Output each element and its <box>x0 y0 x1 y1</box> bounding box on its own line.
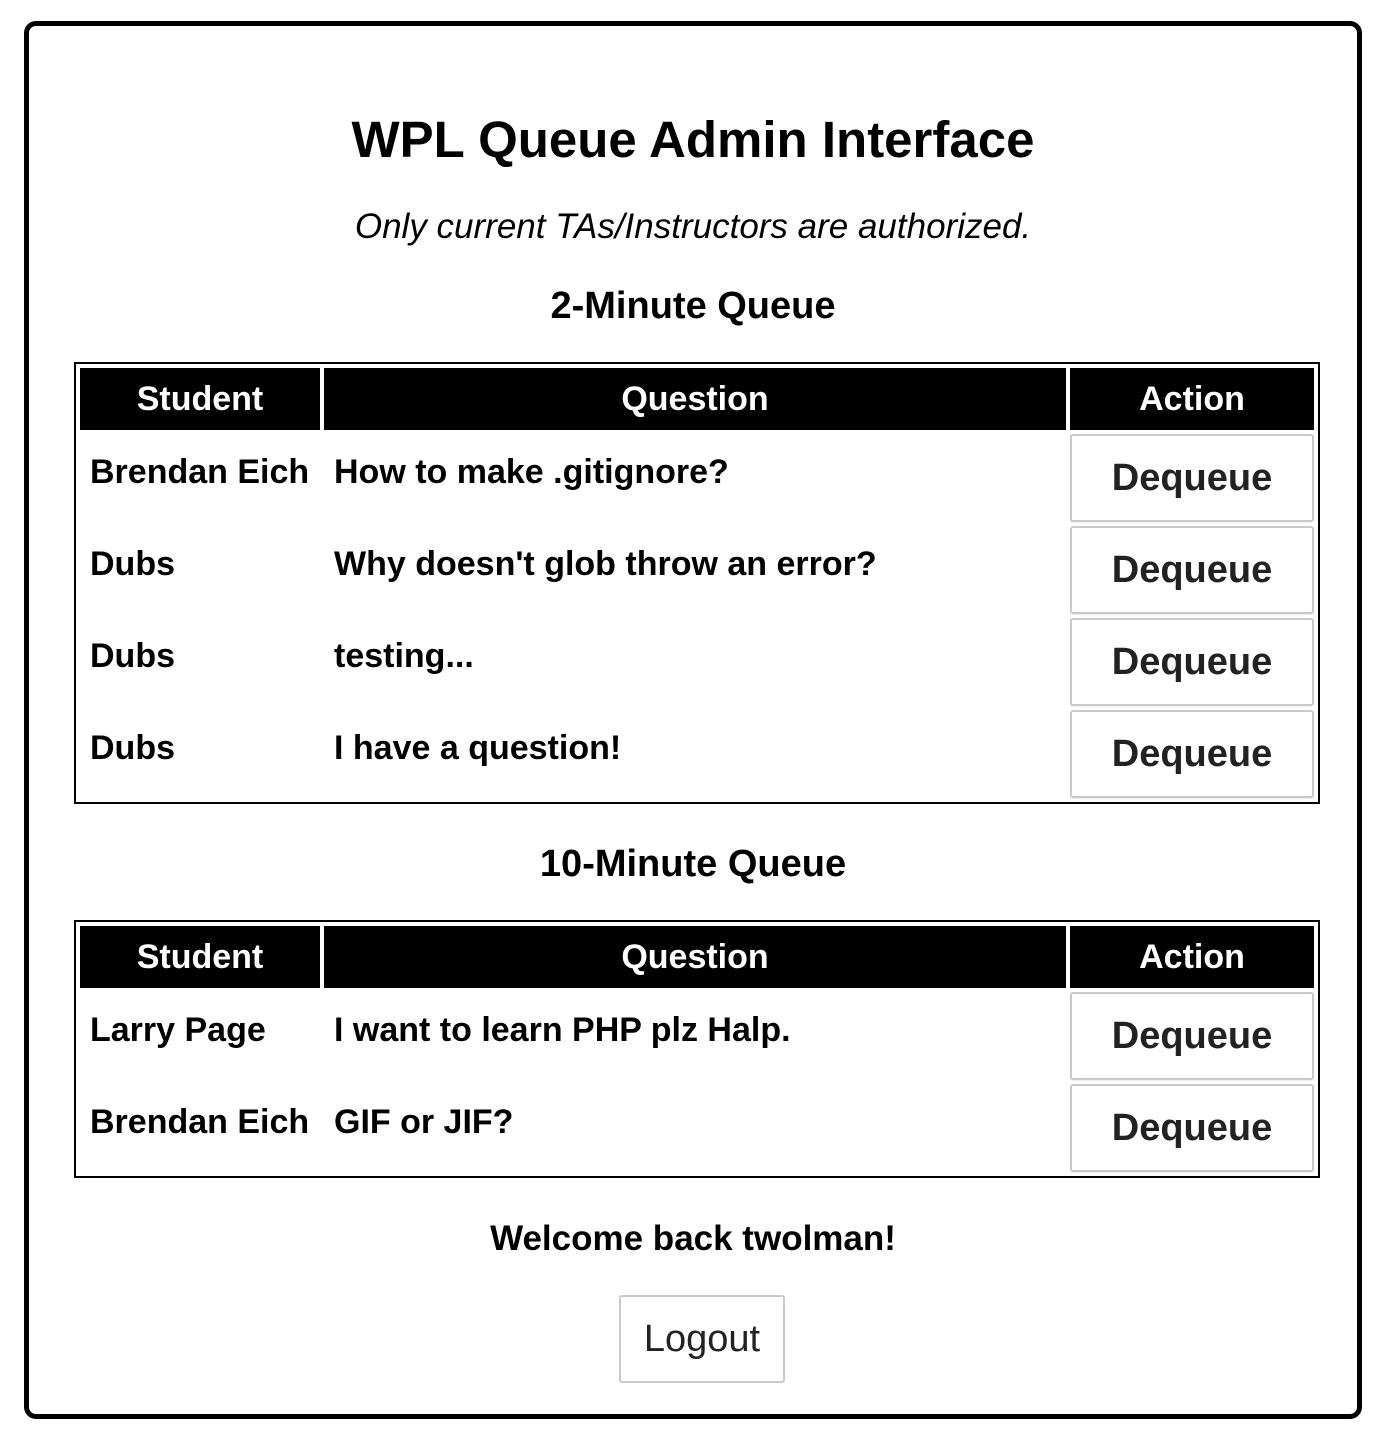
question-text: testing... <box>334 636 474 675</box>
column-header-action: Action <box>1070 926 1314 988</box>
table-row: Dubs I have a question! Dequeue <box>80 710 1314 798</box>
student-name: Dubs <box>90 544 175 583</box>
table-row: Dubs testing... Dequeue <box>80 618 1314 706</box>
dequeue-button[interactable]: Dequeue <box>1070 526 1314 614</box>
table-row: Larry Page I want to learn PHP plz Halp.… <box>80 992 1314 1080</box>
dequeue-button[interactable]: Dequeue <box>1070 434 1314 522</box>
logout-button[interactable]: Logout <box>619 1295 785 1383</box>
admin-panel: WPL Queue Admin Interface Only current T… <box>24 21 1362 1419</box>
ten-minute-queue-heading: 10-Minute Queue <box>539 843 847 885</box>
two-minute-queue-table: Student Question Action Brendan Eich How… <box>74 362 1320 804</box>
student-name: Larry Page <box>90 1010 266 1049</box>
student-name: Dubs <box>90 728 175 767</box>
student-name: Brendan Eich <box>90 1102 310 1141</box>
student-name: Brendan Eich <box>90 452 310 491</box>
welcome-message: Welcome back twolman! <box>490 1219 896 1258</box>
column-header-student: Student <box>80 368 320 430</box>
table-row: Dubs Why doesn't glob throw an error? De… <box>80 526 1314 614</box>
ten-minute-queue-table: Student Question Action Larry Page I wan… <box>74 920 1320 1178</box>
page-title: WPL Queue Admin Interface <box>351 111 1035 168</box>
question-text: GIF or JIF? <box>334 1102 514 1141</box>
authorization-notice: Only current TAs/Instructors are authori… <box>354 207 1032 246</box>
question-text: Why doesn't glob throw an error? <box>334 544 877 583</box>
table-row: Brendan Eich GIF or JIF? Dequeue <box>80 1084 1314 1172</box>
column-header-question: Question <box>324 926 1066 988</box>
table-header-row: Student Question Action <box>80 368 1314 430</box>
question-text: How to make .gitignore? <box>334 452 729 491</box>
student-name: Dubs <box>90 636 175 675</box>
dequeue-button[interactable]: Dequeue <box>1070 1084 1314 1172</box>
question-text: I have a question! <box>334 728 622 767</box>
question-text: I want to learn PHP plz Halp. <box>334 1010 791 1049</box>
table-row: Brendan Eich How to make .gitignore? Deq… <box>80 434 1314 522</box>
column-header-action: Action <box>1070 368 1314 430</box>
dequeue-button[interactable]: Dequeue <box>1070 710 1314 798</box>
two-minute-queue-heading: 2-Minute Queue <box>550 285 836 327</box>
dequeue-button[interactable]: Dequeue <box>1070 618 1314 706</box>
column-header-student: Student <box>80 926 320 988</box>
table-header-row: Student Question Action <box>80 926 1314 988</box>
column-header-question: Question <box>324 368 1066 430</box>
dequeue-button[interactable]: Dequeue <box>1070 992 1314 1080</box>
